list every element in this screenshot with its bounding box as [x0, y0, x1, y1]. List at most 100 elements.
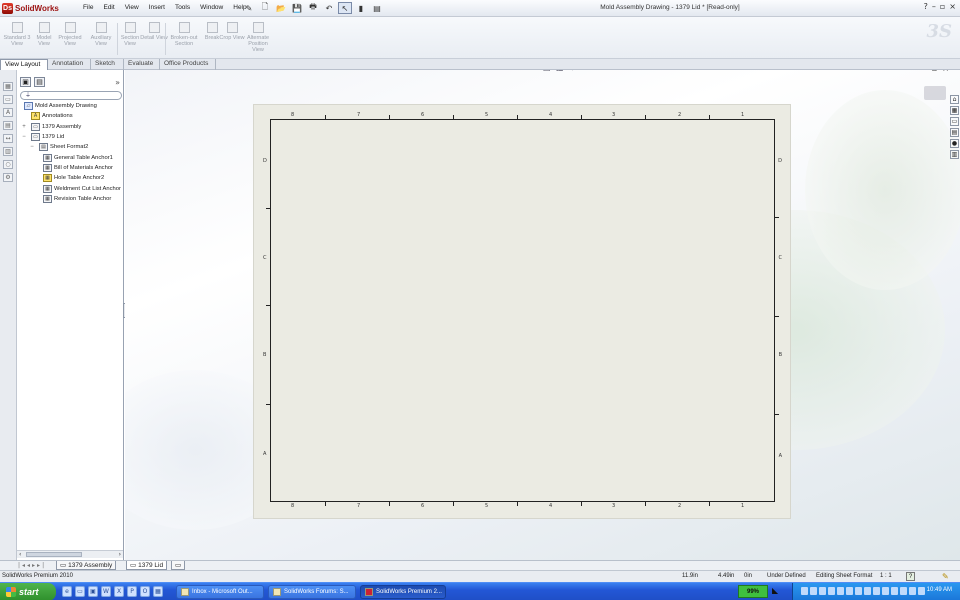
tab-view-layout[interactable]: View Layout	[0, 59, 48, 70]
tree-node[interactable]: − ▤ Sheet Format2	[17, 142, 123, 152]
dimension-tool-icon[interactable]: ↔	[3, 134, 13, 143]
tray-icon[interactable]	[882, 587, 889, 595]
network-icon[interactable]: ◣	[772, 586, 778, 595]
zoom-to-fit-icon[interactable]: ⌕	[491, 70, 502, 74]
tree-node[interactable]: A Annotations	[17, 111, 123, 121]
table-tool-icon[interactable]: ▥	[3, 147, 13, 156]
tray-icon[interactable]	[810, 587, 817, 595]
tab-office-products[interactable]: Office Products	[160, 59, 216, 70]
solidworks-resources-icon[interactable]: ⌂	[950, 95, 959, 104]
open-folder-icon[interactable]: 📂	[274, 2, 288, 14]
tray-icon[interactable]	[846, 587, 853, 595]
tree-filter-input[interactable]: ⏚	[20, 91, 122, 100]
scrollbar-thumb[interactable]	[26, 552, 82, 557]
sheet-tab-1379-assembly[interactable]: ▭ 1379 Assembly	[56, 561, 117, 570]
menu-view[interactable]: View	[120, 3, 144, 12]
previous-view-icon[interactable]: ↖	[517, 70, 528, 74]
excel-icon[interactable]: X	[114, 586, 124, 597]
menu-window[interactable]: Window	[195, 3, 228, 12]
help-icon[interactable]: ?	[924, 2, 928, 11]
rebuild-icon[interactable]: ▮	[354, 2, 368, 14]
note-tool-icon[interactable]: ▤	[3, 121, 13, 130]
solidworks-logo[interactable]: Ds SolidWorks	[2, 2, 68, 15]
desktop-icon[interactable]: ▣	[88, 586, 98, 597]
balloon-tool-icon[interactable]: ○	[3, 160, 13, 169]
outlook-icon[interactable]: O	[140, 586, 150, 597]
tree-node[interactable]: ▦ Weldment Cut List Anchor	[17, 183, 123, 193]
model-view-button[interactable]: Model View	[30, 22, 58, 47]
file-explorer-icon[interactable]: ▭	[950, 117, 959, 126]
tree-expander[interactable]: −	[25, 144, 39, 150]
new-document-icon[interactable]: 🗋	[258, 2, 272, 14]
tray-icon[interactable]	[909, 587, 916, 595]
document-window-controls[interactable]: –▫×	[923, 70, 954, 73]
close-button[interactable]: ×	[949, 2, 956, 11]
tree-node[interactable]: ▱ Mold Assembly Drawing	[17, 101, 123, 111]
view-settings-icon[interactable]: ⚙	[569, 70, 583, 74]
sheet-navigation-icon[interactable]: |◂◂▸▸|	[18, 562, 46, 569]
tray-icon[interactable]	[828, 587, 835, 595]
tree-node[interactable]: ▦ General Table Anchor1	[17, 152, 123, 162]
clock[interactable]: 10:49 AM	[927, 587, 952, 593]
tree-horizontal-scrollbar[interactable]: ‹ ›	[17, 550, 123, 558]
ie-icon[interactable]: e	[62, 586, 72, 597]
print-icon[interactable]: 🖶	[306, 2, 320, 14]
standard-3-view-button[interactable]: Standard 3 View	[3, 22, 31, 47]
restore-button[interactable]: ▫	[940, 2, 945, 11]
taskbar-button-outlook[interactable]: Inbox - Microsoft Out...	[176, 585, 264, 599]
tree-node[interactable]: − ▭ 1379 Lid	[17, 132, 123, 142]
calculator-icon[interactable]: ▦	[153, 586, 163, 597]
custom-properties-icon[interactable]: ▥	[950, 150, 959, 159]
tree-expander[interactable]: −	[17, 134, 31, 140]
tray-icon[interactable]	[918, 587, 925, 595]
weld-tool-icon[interactable]: ⚙	[3, 173, 13, 182]
sheet-tab-1379-lid[interactable]: ▭ 1379 Lid	[126, 561, 168, 570]
projected-view-button[interactable]: Projected View	[56, 22, 84, 47]
options-icon[interactable]: ▤	[370, 2, 384, 14]
view-palette-icon[interactable]: ▤	[950, 128, 959, 137]
scroll-right-icon[interactable]: ›	[119, 551, 121, 558]
tray-icon[interactable]	[873, 587, 880, 595]
undo-icon[interactable]: ↶	[322, 2, 336, 14]
alternate-position-view-button[interactable]: Alternate Position View	[242, 22, 274, 53]
select-cursor-icon[interactable]: ↖	[338, 2, 352, 14]
taskbar-button-solidworks[interactable]: SolidWorks Premium 2...	[360, 585, 446, 599]
menu-tools[interactable]: Tools	[170, 3, 195, 12]
menu-edit[interactable]: Edit	[98, 3, 119, 12]
tab-annotation[interactable]: Annotation	[48, 59, 91, 70]
tree-node[interactable]: + ▭ 1379 Assembly	[17, 122, 123, 132]
rebuild-view-icon[interactable]: ⟳	[530, 70, 541, 74]
tray-icon[interactable]	[855, 587, 862, 595]
battery-indicator[interactable]: 99%	[738, 585, 768, 598]
auxiliary-view-button[interactable]: Auxiliary View	[87, 22, 115, 47]
help-status-icon[interactable]: ?	[906, 572, 915, 581]
tree-node[interactable]: ▦ Revision Table Anchor	[17, 194, 123, 204]
tray-icon[interactable]	[837, 587, 844, 595]
sheet-scale[interactable]: 1 : 1	[880, 573, 892, 579]
explorer-icon[interactable]: ▭	[75, 586, 85, 597]
tree-expander[interactable]: +	[17, 124, 31, 130]
tray-icon[interactable]	[819, 587, 826, 595]
annotation-tool-icon[interactable]: A	[3, 108, 13, 117]
broken-out-section-button[interactable]: Broken-out Section	[168, 22, 200, 47]
tray-icon[interactable]	[801, 587, 808, 595]
save-icon[interactable]: 💾	[290, 2, 304, 14]
tray-icon[interactable]	[891, 587, 898, 595]
pushpin-icon[interactable]: ✎	[242, 2, 256, 14]
start-button[interactable]: start	[0, 583, 56, 600]
drawing-sheet[interactable]: 8 7 6 5 4 3 2 1 8 7 6 5 4 3 2 1 D C B A …	[253, 104, 791, 519]
tray-icon[interactable]	[864, 587, 871, 595]
view-tool-icon[interactable]: ▭	[3, 95, 13, 104]
tray-icon[interactable]	[900, 587, 907, 595]
chevron-right-icon[interactable]: »	[115, 78, 120, 87]
appearances-icon[interactable]: ●	[950, 139, 959, 148]
add-sheet-tab[interactable]: ▭	[171, 561, 186, 570]
property-manager-tab-icon[interactable]: ▤	[34, 77, 45, 87]
design-library-icon[interactable]: ▦	[950, 106, 959, 115]
tree-node[interactable]: ▦ Bill of Materials Anchor	[17, 163, 123, 173]
detail-view-button[interactable]: Detail View	[140, 22, 168, 41]
hide-show-icon[interactable]: ▥	[556, 70, 567, 74]
zoom-area-icon[interactable]: ⌕	[504, 70, 515, 74]
tab-sketch[interactable]: Sketch	[91, 59, 124, 70]
tab-evaluate[interactable]: Evaluate	[124, 59, 160, 70]
